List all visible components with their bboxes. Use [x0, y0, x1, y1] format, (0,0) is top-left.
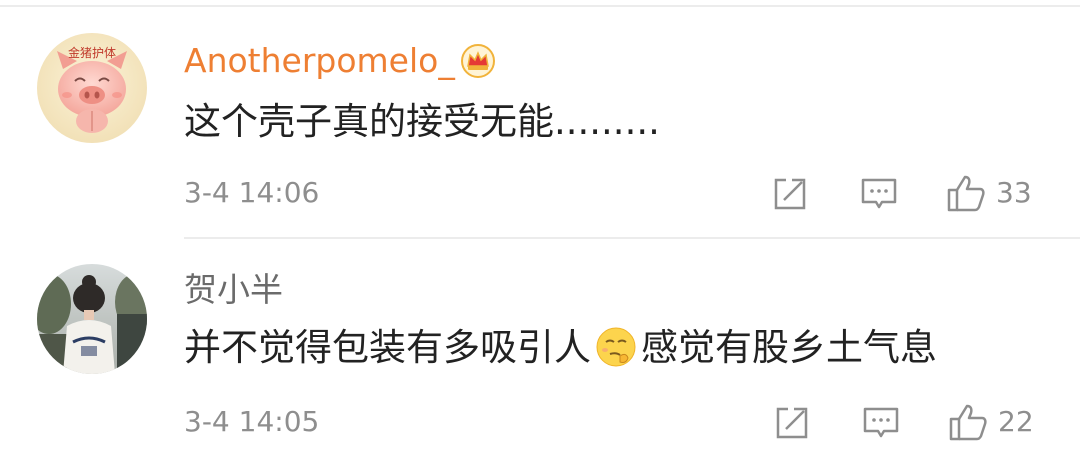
repost-icon — [774, 178, 806, 210]
reply-button[interactable] — [862, 405, 900, 441]
thumbs-up-icon — [947, 175, 985, 212]
like-button[interactable]: 33 — [946, 173, 1032, 213]
pig-avatar-icon: 金猪护体 — [37, 33, 147, 143]
comment-text-part2: 感觉有股乡土气息 — [641, 326, 937, 369]
comment-text: 并不觉得包装有多吸引人 感觉有股乡土气息 — [184, 324, 937, 380]
like-count: 22 — [998, 405, 1034, 438]
comment-username[interactable]: 贺小半 — [184, 270, 283, 310]
comment-time: 3-4 14:05 — [184, 405, 320, 438]
like-count: 33 — [996, 176, 1032, 209]
comment-text-part1: 并不觉得包装有多吸引人 — [184, 326, 591, 369]
avatar-text: 金猪护体 — [68, 45, 116, 60]
username-text[interactable]: Anotherpomelo_ — [184, 41, 455, 80]
thumbs-up-icon — [949, 404, 987, 441]
comment-time: 3-4 14:06 — [184, 176, 320, 209]
comment-text: 这个壳子真的接受无能......... — [184, 100, 660, 143]
avatar[interactable]: 金猪护体 — [37, 33, 147, 143]
comment-icon — [863, 407, 899, 438]
comment-item: 贺小半 并不觉得包装有多吸引人 感觉有股乡土气息 3-4 14:05 22 — [0, 239, 1080, 456]
crown-icon[interactable] — [460, 44, 495, 87]
like-button[interactable]: 22 — [948, 402, 1034, 442]
reply-button[interactable] — [860, 176, 898, 212]
thinking-emoji-icon — [595, 326, 637, 380]
comment-icon — [861, 178, 897, 209]
comment-item: 金猪护体 Anotherpomelo_ 这个壳子真的接受无能......... … — [0, 0, 1080, 237]
avatar[interactable] — [37, 264, 147, 374]
girl-photo-avatar-icon — [37, 264, 147, 374]
repost-icon — [776, 407, 808, 439]
comment-username[interactable]: Anotherpomelo_ — [184, 41, 495, 87]
repost-button[interactable] — [774, 405, 810, 441]
repost-button[interactable] — [772, 176, 808, 212]
